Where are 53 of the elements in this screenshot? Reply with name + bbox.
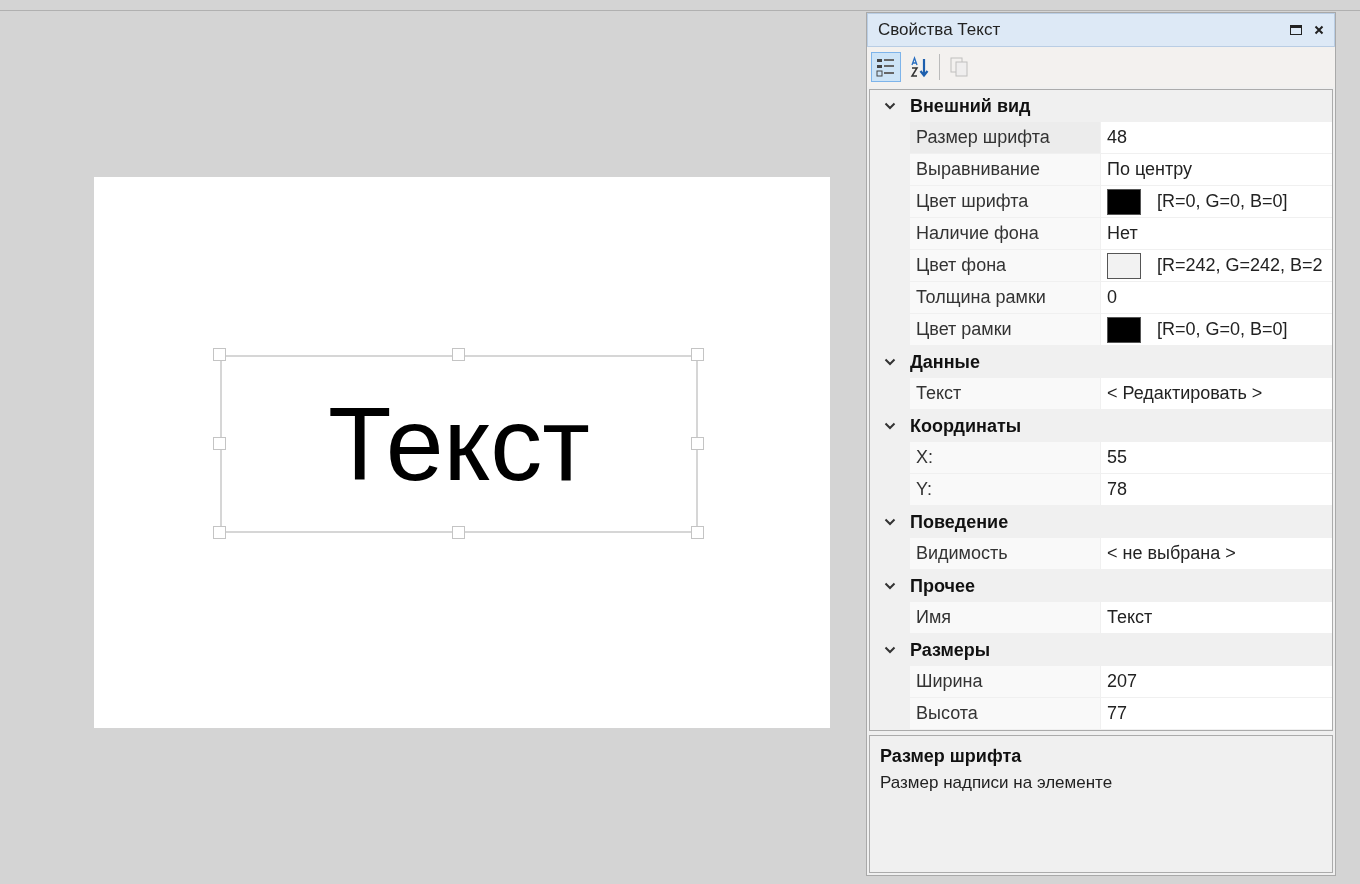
group-header: Размеры <box>910 639 991 661</box>
property-value[interactable]: 0 <box>1107 287 1117 308</box>
pages-icon <box>948 56 970 78</box>
group-header: Прочее <box>910 575 975 597</box>
property-name[interactable]: Y: <box>910 474 1101 505</box>
chevron-icon[interactable] <box>884 518 896 526</box>
property-name[interactable]: X: <box>910 442 1101 473</box>
property-value[interactable]: 207 <box>1107 671 1138 692</box>
group-header: Внешний вид <box>910 95 1031 117</box>
chevron-icon[interactable] <box>884 358 896 366</box>
resize-handle[interactable] <box>452 526 465 539</box>
element-text: Текст <box>328 392 590 496</box>
property-name[interactable]: Цвет шрифта <box>910 186 1101 217</box>
resize-handle[interactable] <box>213 437 226 450</box>
resize-handle[interactable] <box>213 526 226 539</box>
property-value[interactable]: 55 <box>1107 447 1128 468</box>
property-value[interactable]: 78 <box>1107 479 1128 500</box>
property-value[interactable]: 48 <box>1107 127 1128 148</box>
property-value[interactable]: Текст <box>1107 607 1153 628</box>
resize-handle[interactable] <box>691 526 704 539</box>
property-name[interactable]: Наличие фона <box>910 218 1101 249</box>
property-name[interactable]: Толщина рамки <box>910 282 1101 313</box>
property-name[interactable]: Видимость <box>910 538 1101 569</box>
categorized-button[interactable] <box>871 52 901 82</box>
resize-handle[interactable] <box>691 437 704 450</box>
group-header: Поведение <box>910 511 1009 533</box>
list-icon <box>875 56 897 78</box>
maximize-icon[interactable] <box>1290 25 1302 35</box>
resize-handle[interactable] <box>213 348 226 361</box>
chevron-icon[interactable] <box>884 646 896 654</box>
property-name[interactable]: Текст <box>910 378 1101 409</box>
property-name[interactable]: Цвет рамки <box>910 314 1101 345</box>
text-element[interactable]: Текст <box>220 355 698 533</box>
panel-title: Свойства Текст <box>878 20 1002 40</box>
chevron-icon[interactable] <box>884 582 896 590</box>
property-value[interactable]: 77 <box>1107 703 1128 724</box>
chevron-icon[interactable] <box>884 422 896 430</box>
resize-handle[interactable] <box>452 348 465 361</box>
property-name[interactable]: Высота <box>910 698 1101 729</box>
sort-icon <box>909 56 931 78</box>
group-header: Данные <box>910 351 980 373</box>
description-title: Размер шрифта <box>880 746 1023 767</box>
property-name[interactable]: Цвет фона <box>910 250 1101 281</box>
property-name[interactable]: Ширина <box>910 666 1101 697</box>
close-icon[interactable] <box>1314 25 1324 35</box>
property-name[interactable]: Имя <box>910 602 1101 633</box>
resize-handle[interactable] <box>691 348 704 361</box>
description-text: Размер надписи на элементе <box>880 773 1114 793</box>
property-value[interactable]: Нет <box>1107 223 1138 244</box>
chevron-icon[interactable] <box>884 102 896 110</box>
property-name[interactable]: Выравнивание <box>910 154 1101 185</box>
property-name[interactable]: Размер шрифта <box>910 122 1101 153</box>
group-header: Координаты <box>910 415 1022 437</box>
